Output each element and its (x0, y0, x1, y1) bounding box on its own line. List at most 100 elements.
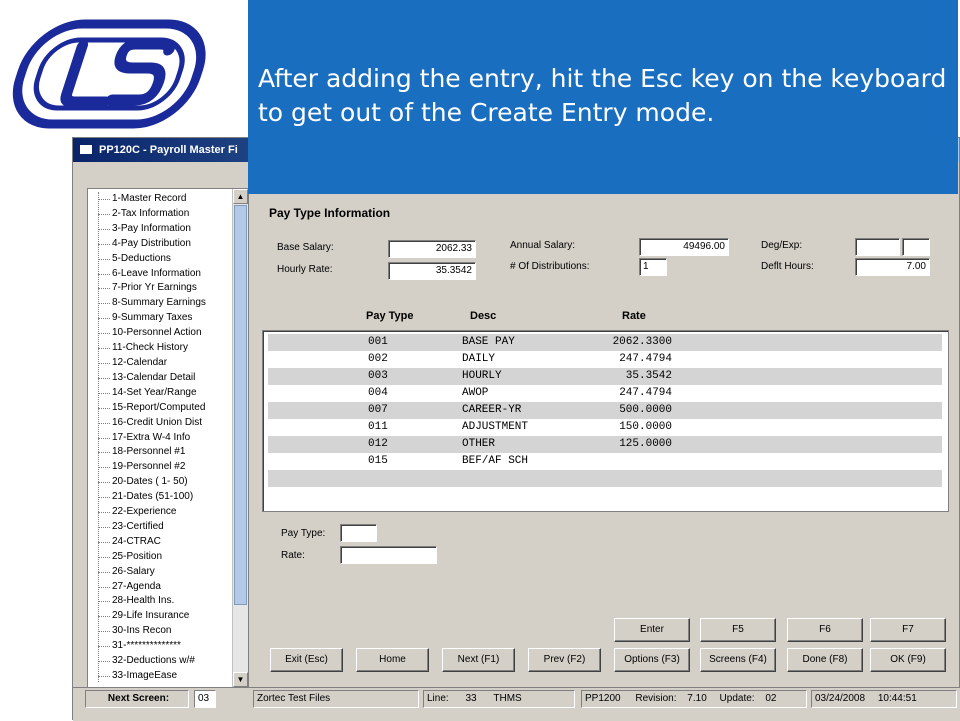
col-header-desc: Desc (470, 310, 497, 322)
tree-item[interactable]: 2-Tax Information (92, 207, 248, 222)
status-program-box: PP1200 Revision: 7.10 Update: 02 (581, 690, 807, 708)
table-row[interactable] (268, 470, 942, 487)
tree-item[interactable]: 11-Check History (92, 341, 248, 356)
ok-button[interactable]: OK (F9) (870, 648, 946, 672)
col-header-rate: Rate (622, 310, 646, 322)
tree-item[interactable]: 13-Calendar Detail (92, 371, 248, 386)
status-date: 03/24/2008 (815, 693, 866, 704)
tree-item[interactable]: 7-Prior Yr Earnings (92, 281, 248, 296)
tree-item[interactable]: 23-Certified (92, 520, 248, 535)
status-line-label: Line: (427, 693, 449, 704)
tree-item[interactable]: 4-Pay Distribution (92, 237, 248, 252)
f6-button[interactable]: F6 (787, 618, 863, 642)
status-update-label: Update: (719, 693, 755, 704)
scroll-down-icon[interactable]: ▼ (233, 672, 248, 687)
status-line-box: Line: 33 THMS (423, 690, 575, 708)
tree-item[interactable]: 25-Position (92, 550, 248, 565)
table-row[interactable]: 003 HOURLY 35.3542 (268, 368, 942, 385)
exp-field[interactable] (902, 238, 930, 256)
cell-desc: OTHER (462, 438, 496, 450)
cell-pay-type: 012 (368, 438, 388, 450)
base-salary-label: Base Salary: (277, 242, 334, 253)
exit-button[interactable]: Exit (Esc) (270, 648, 343, 672)
cell-rate: 35.3542 (625, 370, 672, 382)
tree-item[interactable]: 10-Personnel Action (92, 326, 248, 341)
cell-desc: AWOP (462, 387, 489, 399)
tree-item[interactable]: 19-Personnel #2 (92, 460, 248, 475)
tree-item[interactable]: 3-Pay Information (92, 222, 248, 237)
col-header-pay-type: Pay Type (366, 310, 414, 322)
cell-rate: 247.4794 (619, 387, 672, 399)
tree-item[interactable]: 9-Summary Taxes (92, 311, 248, 326)
tree-item[interactable]: 33-ImageEase (92, 669, 248, 684)
distributions-field[interactable]: 1 (639, 258, 667, 276)
table-row[interactable]: 012 OTHER 125.0000 (268, 436, 942, 453)
cell-pay-type: 002 (368, 353, 388, 365)
table-row[interactable]: 011 ADJUSTMENT 150.0000 (268, 419, 942, 436)
cell-desc: ADJUSTMENT (462, 421, 529, 433)
cell-desc: BEF/AF SCH (462, 455, 529, 467)
tree-item[interactable]: 16-Credit Union Dist (92, 416, 248, 431)
tree-item[interactable]: 30-Ins Recon (92, 624, 248, 639)
cell-desc: DAILY (462, 353, 496, 365)
deg-field[interactable] (855, 238, 900, 256)
status-database: Zortec Test Files (253, 690, 419, 708)
scroll-thumb[interactable] (234, 205, 247, 605)
cell-desc: HOURLY (462, 370, 502, 382)
home-button[interactable]: Home (356, 648, 429, 672)
tree-item[interactable]: 24-CTRAC (92, 535, 248, 550)
tree-item[interactable]: 6-Leave Information (92, 267, 248, 282)
instruction-callout: After adding the entry, hit the Esc key … (248, 0, 958, 194)
annual-salary-label: Annual Salary: (510, 240, 576, 251)
entry-pay-type-input[interactable] (340, 524, 377, 542)
next-button[interactable]: Next (F1) (442, 648, 515, 672)
tree-item[interactable]: 26-Salary (92, 565, 248, 580)
cell-pay-type: 007 (368, 404, 388, 416)
slide: After adding the entry, hit the Esc key … (0, 0, 960, 721)
cell-rate: 247.4794 (619, 353, 672, 365)
deflt-hours-field[interactable]: 7.00 (855, 258, 930, 276)
tree-item[interactable]: 28-Health Ins. (92, 594, 248, 609)
tree-item[interactable]: 22-Experience (92, 505, 248, 520)
cell-pay-type: 015 (368, 455, 388, 467)
scroll-up-icon[interactable]: ▲ (233, 189, 248, 204)
table-row[interactable]: 002 DAILY 247.4794 (268, 351, 942, 368)
f7-button[interactable]: F7 (870, 618, 946, 642)
distributions-label: # Of Distributions: (510, 261, 590, 272)
tree-item[interactable]: 15-Report/Computed (92, 401, 248, 416)
tree-scrollbar[interactable]: ▲ ▼ (232, 189, 248, 687)
base-salary-field[interactable]: 2062.33 (388, 240, 476, 258)
table-row[interactable]: 001 BASE PAY 2062.3300 (268, 334, 942, 351)
tree-item[interactable]: 27-Agenda (92, 580, 248, 595)
cell-pay-type: 003 (368, 370, 388, 382)
f5-button[interactable]: F5 (700, 618, 776, 642)
next-screen-input[interactable]: 03 (194, 690, 216, 708)
tree-item[interactable]: 1-Master Record (92, 192, 248, 207)
table-row[interactable]: 015 BEF/AF SCH (268, 453, 942, 470)
hourly-rate-field[interactable]: 35.3542 (388, 262, 476, 280)
table-row[interactable]: 004 AWOP 247.4794 (268, 385, 942, 402)
done-button[interactable]: Done (F8) (787, 648, 863, 672)
company-logo (12, 19, 206, 129)
annual-salary-field[interactable]: 49496.00 (639, 238, 729, 256)
tree-item[interactable]: 32-Deductions w/# (92, 654, 248, 669)
tree-item[interactable]: 8-Summary Earnings (92, 296, 248, 311)
screens-button[interactable]: Screens (F4) (700, 648, 776, 672)
tree-item[interactable]: 5-Deductions (92, 252, 248, 267)
pay-type-grid[interactable]: 001 BASE PAY 2062.3300 002 DAILY 247.4794 003 H… (262, 330, 949, 512)
enter-button[interactable]: Enter (614, 618, 690, 642)
tree-item[interactable]: 29-Life Insurance (92, 609, 248, 624)
cell-pay-type: 001 (368, 336, 388, 348)
tree-item[interactable]: 20-Dates ( 1- 50) (92, 475, 248, 490)
options-button[interactable]: Options (F3) (614, 648, 690, 672)
tree-item[interactable]: 12-Calendar (92, 356, 248, 371)
tree-item[interactable]: 18-Personnel #1 (92, 445, 248, 460)
prev-button[interactable]: Prev (F2) (528, 648, 601, 672)
tree-item[interactable]: 17-Extra W-4 Info (92, 431, 248, 446)
status-time: 10:44:51 (877, 693, 917, 704)
tree-item[interactable]: 31-************** (92, 639, 248, 654)
entry-rate-input[interactable] (340, 546, 437, 564)
tree-item[interactable]: 14-Set Year/Range (92, 386, 248, 401)
tree-item[interactable]: 21-Dates (51-100) (92, 490, 248, 505)
table-row[interactable]: 007 CAREER-YR 500.0000 (268, 402, 942, 419)
